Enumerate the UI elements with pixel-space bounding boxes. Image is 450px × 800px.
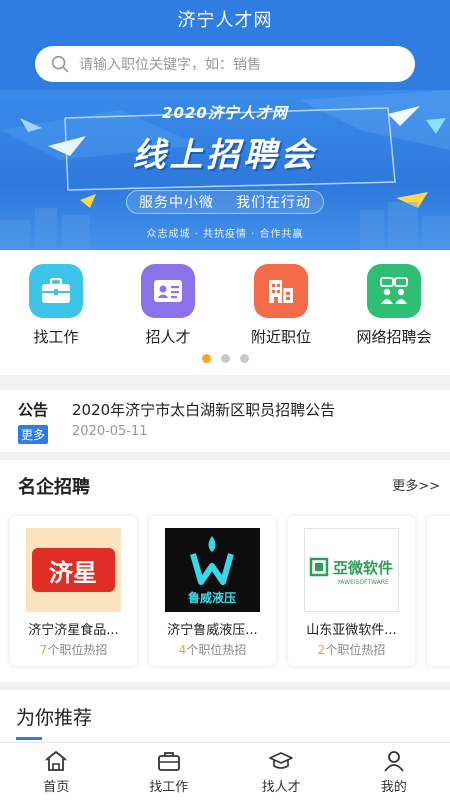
company-jobs-suffix: 个职位热招 xyxy=(47,643,108,657)
famous-companies-section: 名企招聘 更多>> 济星 济宁济星食品... 7个职位热招 鲁威液压 济宁鲁威液… xyxy=(0,460,450,682)
company-logo: 亞微软件 YAWEISOFTWARE xyxy=(304,528,399,612)
recommend-section: 为你推荐 xyxy=(0,690,450,742)
banner-headline: 线上招聘会 xyxy=(132,135,318,174)
company-card[interactable]: 亞微软件 YAWEISOFTWARE 山东亚微软件... 2个职位热招 xyxy=(288,516,415,666)
section-title: 名企招聘 xyxy=(18,477,90,498)
company-card[interactable]: 济星 济宁济星食品... 7个职位热招 xyxy=(10,516,137,666)
banner-year: 2020济宁人才网 xyxy=(162,104,288,122)
notice-tag: 公告 xyxy=(18,401,49,419)
tab-label: 找工作 xyxy=(149,780,189,795)
quick-nearby-jobs[interactable]: 附近职位 xyxy=(225,264,337,347)
banner-slogan-right: 我们在行动 xyxy=(236,195,311,211)
tab-label: 首页 xyxy=(43,780,70,795)
tab-home[interactable]: 首页 xyxy=(0,743,113,800)
section-underline xyxy=(16,737,42,740)
companies-more-link[interactable]: 更多>> xyxy=(392,475,440,494)
people-chat-icon xyxy=(367,264,421,318)
company-name: 山东亚微软件... xyxy=(306,623,397,638)
logo-text: 亞微软件 xyxy=(333,559,393,577)
company-name: 济宁鲁威液压... xyxy=(167,623,258,638)
banner-footer: 众志成城 · 共抗疫情 · 合作共赢 xyxy=(146,229,304,240)
quick-find-job[interactable]: 找工作 xyxy=(0,264,112,347)
search-input[interactable]: 请输入职位关键字，如：销售 xyxy=(35,46,415,82)
banner[interactable]: 2020济宁人才网 线上招聘会 服务中小微 我们在行动 众志成城 · 共抗疫情 ·… xyxy=(0,90,450,250)
company-jobs: 7个职位热招 xyxy=(10,641,137,658)
company-jobs: 4个职位热招 xyxy=(149,641,276,658)
quick-online-fair[interactable]: 网络招聘会 xyxy=(338,264,450,347)
id-card-icon xyxy=(141,264,195,318)
tab-label: 我的 xyxy=(380,780,407,795)
carousel-dots xyxy=(0,354,450,363)
header: 济宁人才网 请输入职位关键字，如：销售 xyxy=(0,0,450,90)
bottom-tab-bar: 首页 找工作 找人才 我的 xyxy=(0,742,450,800)
briefcase-icon xyxy=(157,752,180,771)
search-placeholder: 请输入职位关键字，如：销售 xyxy=(79,57,261,73)
company-name: 济宁济星食品... xyxy=(28,623,119,638)
notice-more-button[interactable]: 更多 xyxy=(18,425,49,444)
carousel-dot[interactable] xyxy=(239,354,249,363)
company-jobs-suffix: 个职位热招 xyxy=(325,643,386,657)
banner-slogan-left: 服务中小微 xyxy=(139,195,214,211)
quick-menu: 找工作 招人才 附近职位 网络招聘会 xyxy=(0,250,450,375)
user-icon xyxy=(384,751,404,772)
app-title: 济宁人才网 xyxy=(177,10,273,31)
notice-title[interactable]: 2020年济宁市太白湖新区职员招聘公告 xyxy=(72,399,335,420)
company-jobs: 2个职位热招 xyxy=(288,641,415,658)
quick-label: 招人才 xyxy=(145,328,191,346)
quick-label: 找工作 xyxy=(33,328,79,346)
logo-text: 济星 xyxy=(49,559,97,587)
logo-subtext: YAWEISOFTWARE xyxy=(336,579,389,586)
company-cards: 济星 济宁济星食品... 7个职位热招 鲁威液压 济宁鲁威液压... 4个职位热… xyxy=(10,516,450,666)
company-logo: 鲁威液压 xyxy=(165,528,260,612)
graduation-cap-icon xyxy=(269,752,294,769)
section-title: 为你推荐 xyxy=(16,707,93,729)
notice-date: 2020-05-11 xyxy=(72,424,148,439)
tab-find-talent[interactable]: 找人才 xyxy=(225,743,338,800)
logo-text: 鲁威液压 xyxy=(187,590,236,605)
quick-find-talent[interactable]: 招人才 xyxy=(112,264,224,347)
building-icon xyxy=(254,264,308,318)
quick-label: 网络招聘会 xyxy=(356,328,432,346)
search-icon xyxy=(51,55,69,73)
app-screen: 济宁人才网 请输入职位关键字，如：销售 2020济宁人才网 线上招聘会 服务中小… xyxy=(0,0,450,800)
tab-mine[interactable]: 我的 xyxy=(338,743,450,800)
company-card[interactable]: 鲁威液压 济宁鲁威液压... 4个职位热招 xyxy=(149,516,276,666)
carousel-dot[interactable] xyxy=(220,354,230,363)
company-card-partial[interactable] xyxy=(427,516,450,666)
home-icon xyxy=(45,751,67,771)
carousel-dot-active[interactable] xyxy=(201,354,211,363)
company-jobs-suffix: 个职位热招 xyxy=(186,643,247,657)
notice-bar[interactable]: 公告 更多 2020年济宁市太白湖新区职员招聘公告 2020-05-11 xyxy=(0,390,450,452)
tab-label: 找人才 xyxy=(261,780,301,795)
company-logo: 济星 xyxy=(26,528,121,612)
banner-slogan: 服务中小微 我们在行动 xyxy=(0,190,450,214)
tab-find-job[interactable]: 找工作 xyxy=(113,743,226,800)
quick-label: 附近职位 xyxy=(250,328,311,346)
briefcase-icon xyxy=(29,264,83,318)
